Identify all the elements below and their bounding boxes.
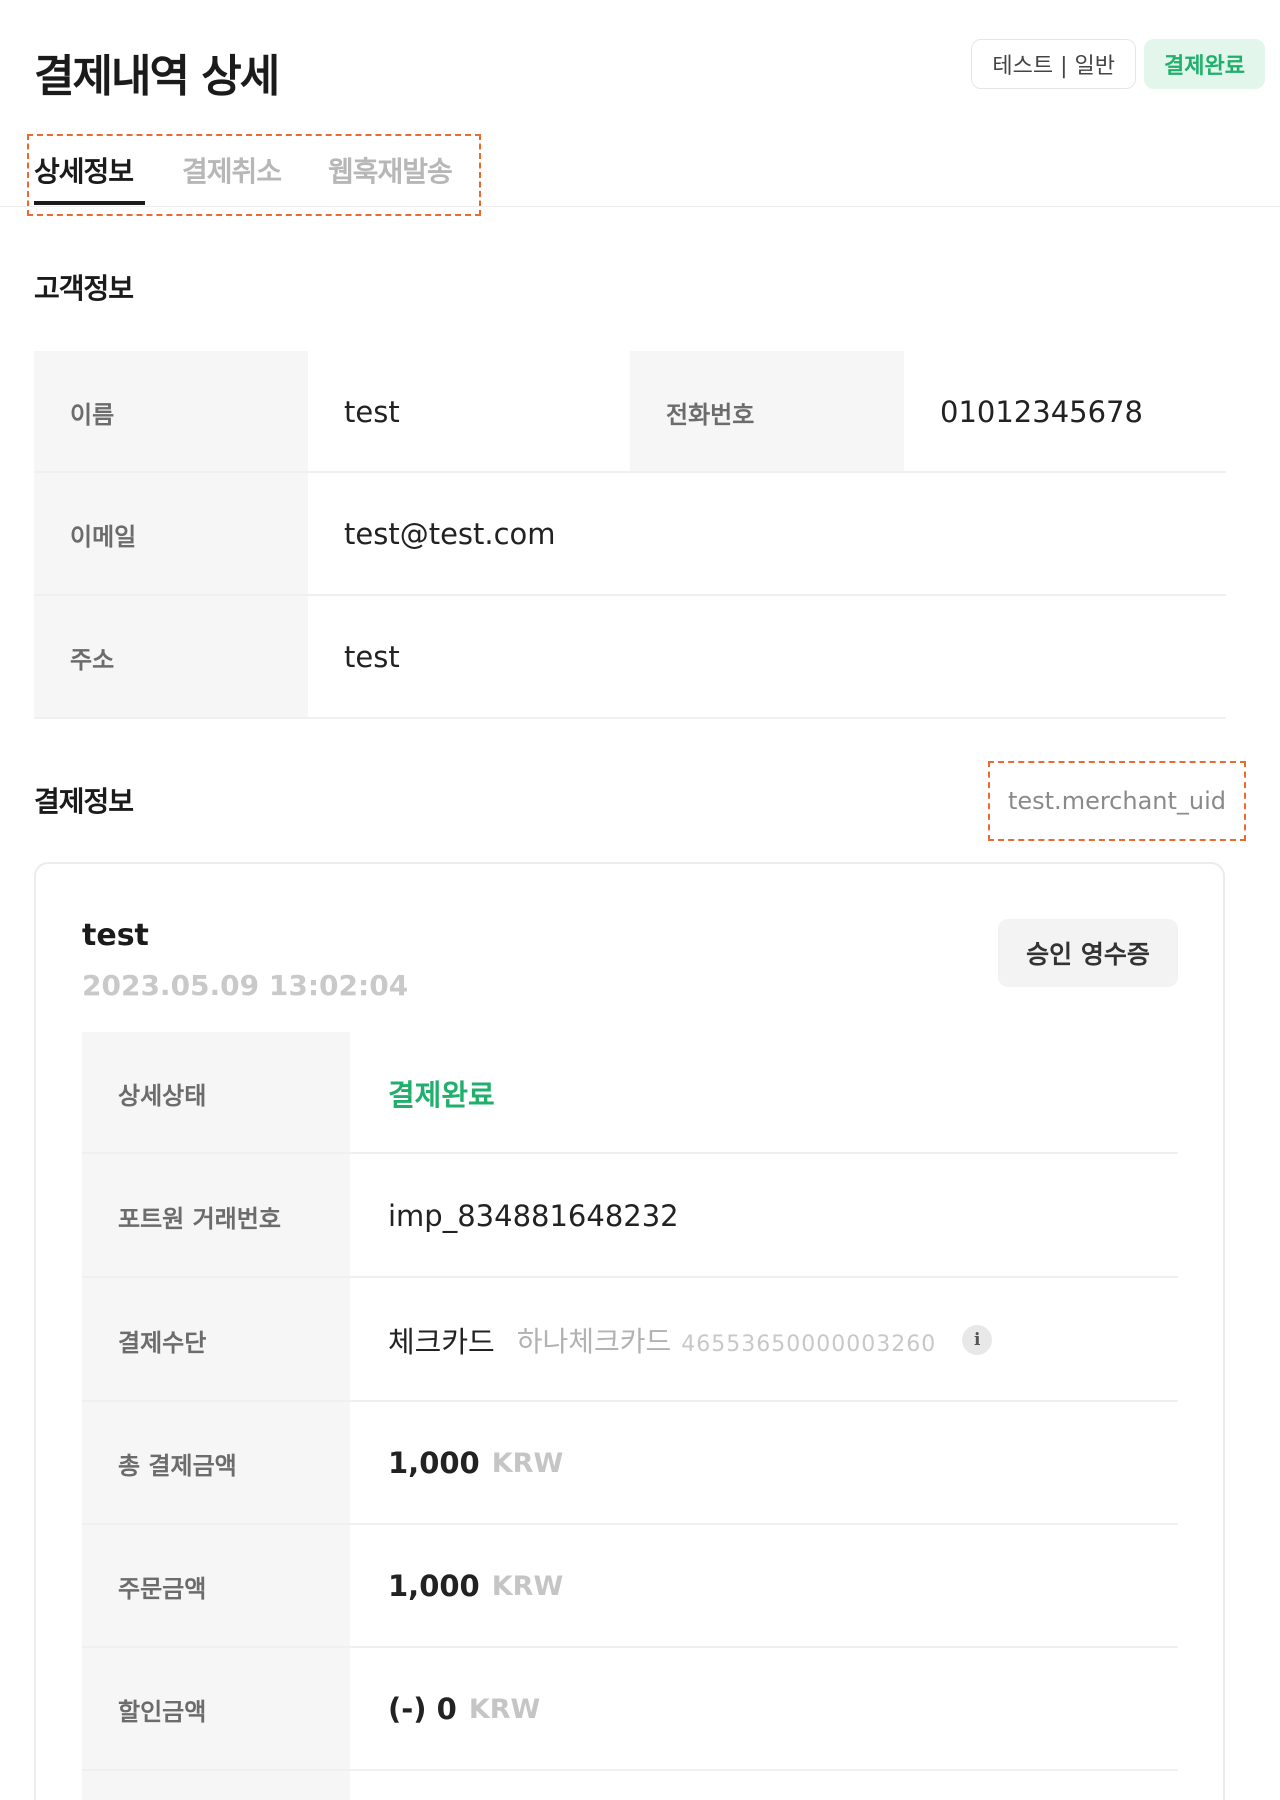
discount-label: 할인금액 [82, 1648, 350, 1770]
method-value-row: 체크카드 하나체크카드 46553650000003260 i [350, 1278, 1178, 1402]
next-row-label-partial [82, 1771, 350, 1800]
merchant-uid: test.merchant_uid [988, 761, 1246, 841]
row-divider [34, 717, 1226, 719]
payment-section-title: 결제정보 [34, 785, 134, 818]
method-label: 결제수단 [82, 1278, 350, 1402]
name-label: 이름 [34, 351, 308, 473]
payment-datetime: 2023.05.09 13:02:04 [82, 969, 409, 1002]
tab-webhook-resend[interactable]: 웹훅재발송 [328, 150, 453, 190]
address-value: test [344, 640, 400, 674]
currency-label: KRW [491, 1447, 564, 1479]
status-label: 상세상태 [82, 1032, 350, 1154]
txn-value: imp_834881648232 [388, 1199, 679, 1233]
header-badges: 테스트 | 일반 결제완료 [971, 39, 1265, 89]
tab-detail[interactable]: 상세정보 [34, 150, 134, 190]
total-value-row: 1,000 KRW [350, 1402, 1178, 1524]
order-value-row: 1,000 KRW [350, 1525, 1178, 1647]
payment-name: test [82, 918, 149, 953]
total-amount: 1,000 [388, 1446, 480, 1480]
info-icon[interactable]: i [962, 1325, 993, 1355]
currency-label: KRW [468, 1693, 541, 1725]
discount-amount: (-) 0 [388, 1692, 457, 1726]
phone-value: 01012345678 [940, 395, 1143, 429]
address-label: 주소 [34, 596, 308, 718]
txn-label: 포트원 거래번호 [82, 1154, 350, 1278]
status-badge: 결제완료 [1144, 39, 1265, 89]
email-value: test@test.com [344, 517, 556, 551]
customer-section-title: 고객정보 [34, 272, 134, 305]
phone-label: 전화번호 [630, 351, 904, 473]
active-tab-indicator [34, 201, 145, 205]
discount-value-row: (-) 0 KRW [350, 1648, 1178, 1770]
order-amount: 1,000 [388, 1569, 480, 1603]
name-value: test [344, 395, 400, 429]
tab-cancel[interactable]: 결제취소 [182, 150, 282, 190]
page-title: 결제내역 상세 [34, 51, 280, 102]
status-value: 결제완료 [388, 1078, 495, 1112]
email-label: 이메일 [34, 473, 308, 595]
method-type: 체크카드 [388, 1325, 495, 1359]
mode-badge: 테스트 | 일반 [971, 39, 1137, 89]
currency-label: KRW [491, 1570, 564, 1602]
order-label: 주문금액 [82, 1525, 350, 1647]
tabs-divider [0, 206, 1280, 207]
approval-receipt-button[interactable]: 승인 영수증 [998, 919, 1178, 987]
method-card-name: 하나체크카드 [516, 1325, 672, 1358]
method-card-number: 46553650000003260 [681, 1331, 937, 1357]
total-label: 총 결제금액 [82, 1402, 350, 1524]
